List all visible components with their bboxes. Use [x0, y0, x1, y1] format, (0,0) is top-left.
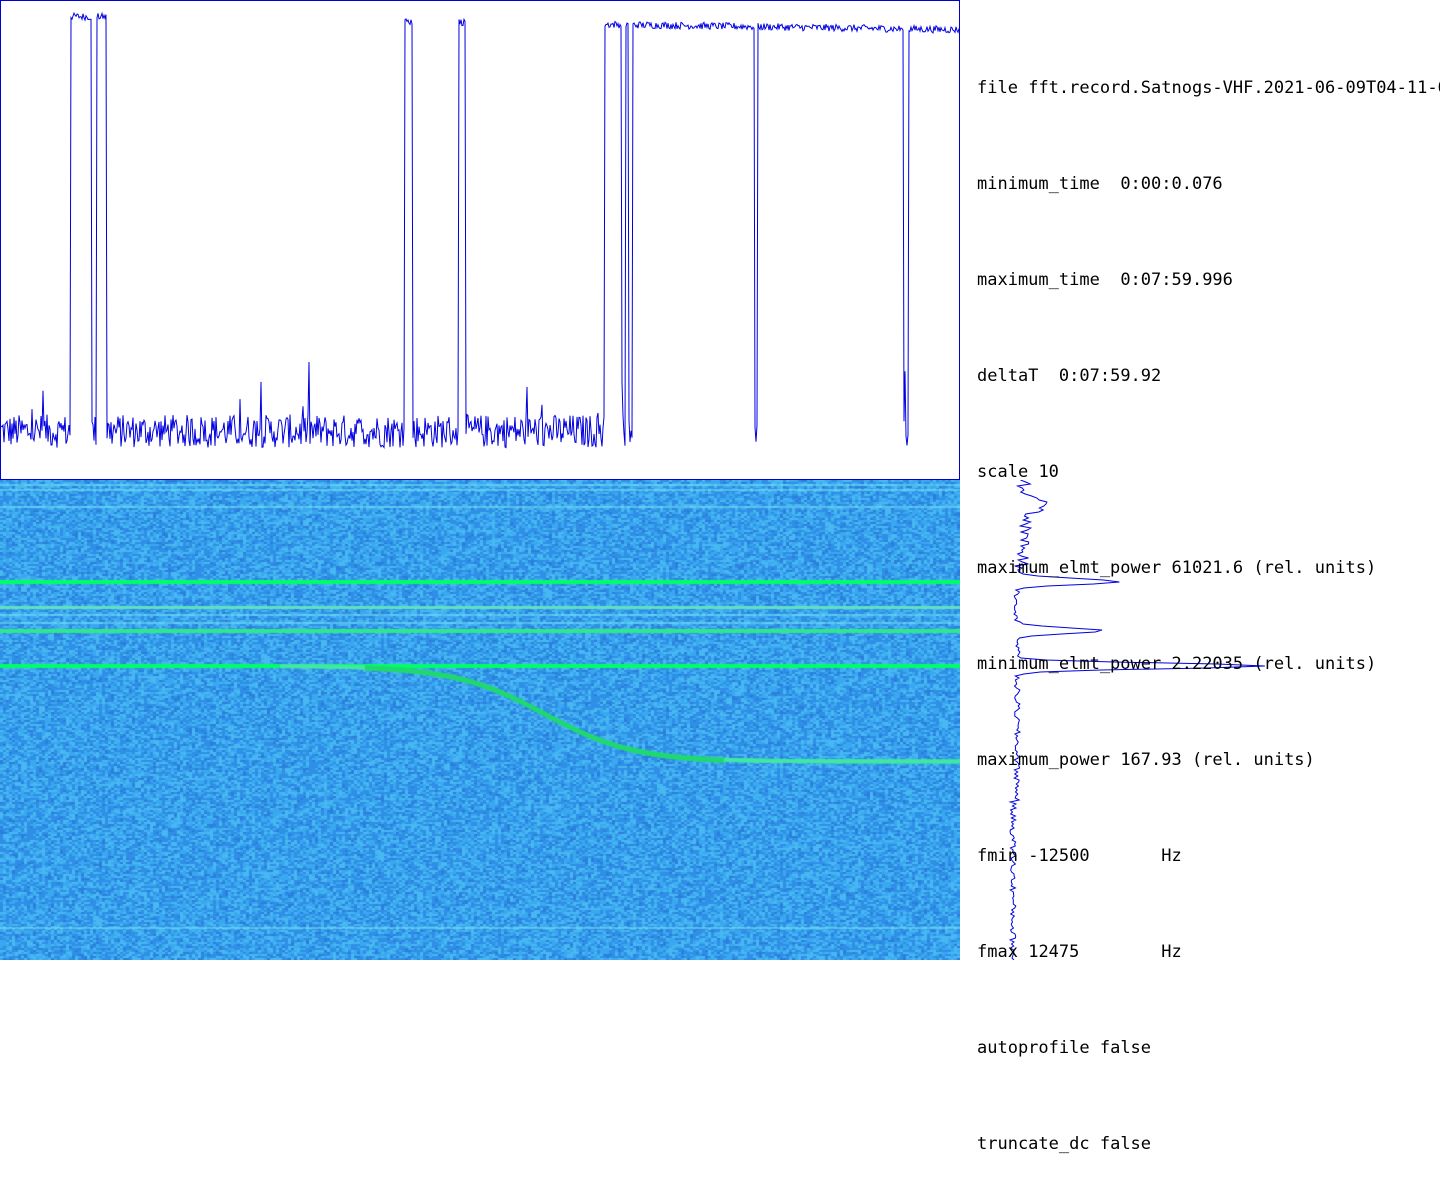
info-truncate-dc-value: false [1099, 1134, 1152, 1154]
power-time-plot [0, 0, 960, 480]
info-fmin-unit: Hz [1161, 846, 1182, 866]
info-minimum-time-value: 0:00:0.076 [1120, 174, 1223, 194]
info-maximum-elmt-power: maximum_elmt_power 61021.6 (rel. units) [977, 552, 1440, 584]
info-fmin: fmin -12500 Hz [977, 840, 1440, 872]
info-file-label: file [977, 78, 1018, 98]
info-minimum-time: minimum_time 0:00:0.076 [977, 168, 1440, 200]
info-file: file fft.record.Satnogs-VHF.2021-06-09T0… [977, 72, 1440, 104]
info-minimum-elmt-power-value: 2.22035 (rel. units) [1171, 654, 1377, 674]
info-fmax: fmax 12475 Hz [977, 936, 1440, 968]
info-autoprofile: autoprofile false [977, 1032, 1440, 1064]
info-maximum-time: maximum_time 0:07:59.996 [977, 264, 1440, 296]
info-fmax-label: fmax [977, 942, 1018, 962]
info-autoprofile-value: false [1099, 1038, 1152, 1058]
info-panel: file fft.record.Satnogs-VHF.2021-06-09T0… [977, 8, 1440, 1192]
info-maximum-elmt-power-value: 61021.6 (rel. units) [1171, 558, 1377, 578]
info-scale-value: 10 [1038, 462, 1059, 482]
info-fmax-value: 12475 [1028, 942, 1080, 962]
info-maximum-time-label: maximum_time [977, 270, 1100, 290]
info-scale-label: scale [977, 462, 1029, 482]
info-maximum-power: maximum_power 167.93 (rel. units) [977, 744, 1440, 776]
spectrogram [0, 480, 960, 960]
info-scale: scale 10 [977, 456, 1440, 488]
info-truncate-dc: truncate_dc false [977, 1128, 1440, 1160]
info-fmin-value: -12500 [1028, 846, 1090, 866]
power-time-svg [1, 11, 959, 450]
info-delta-t-label: deltaT [977, 366, 1039, 386]
info-delta-t: deltaT 0:07:59.92 [977, 360, 1440, 392]
info-fmax-unit: Hz [1161, 942, 1182, 962]
info-truncate-dc-label: truncate_dc [977, 1134, 1090, 1154]
info-delta-t-value: 0:07:59.92 [1058, 366, 1162, 386]
info-minimum-elmt-power: minimum_elmt_power 2.22035 (rel. units) [977, 648, 1440, 680]
info-minimum-elmt-power-label: minimum_elmt_power [977, 654, 1162, 674]
info-autoprofile-label: autoprofile [977, 1038, 1090, 1058]
info-maximum-power-value: 167.93 (rel. units) [1120, 750, 1315, 770]
info-maximum-time-value: 0:07:59.996 [1120, 270, 1233, 290]
power-trace [1, 11, 959, 450]
info-maximum-elmt-power-label: maximum_elmt_power [977, 558, 1162, 578]
info-fmin-label: fmin [977, 846, 1018, 866]
spectrogram-canvas [0, 480, 960, 960]
info-maximum-power-label: maximum_power [977, 750, 1111, 770]
info-file-value: fft.record.Satnogs-VHF.2021-06-09T04-11-… [1028, 78, 1440, 98]
info-minimum-time-label: minimum_time [977, 174, 1100, 194]
